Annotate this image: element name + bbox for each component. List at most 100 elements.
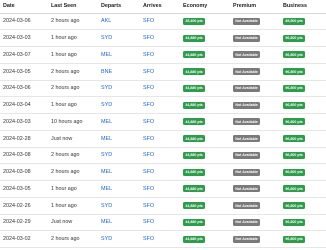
economy-badge[interactable]: 44,880 pts <box>183 235 206 243</box>
table-row[interactable]: 2024-03-03 10 hours ago MEL SFO 44,880 pts No… <box>0 113 326 131</box>
arrives-link[interactable]: SFO <box>140 63 180 81</box>
table-row[interactable]: 2024-03-06 2 hours ago AKL SFO 35,400 pts Not… <box>0 13 326 31</box>
arrives-link[interactable]: SFO <box>140 96 180 114</box>
column-header-arrives[interactable]: Arrives <box>140 0 180 14</box>
economy-badge[interactable]: 44,880 pts <box>183 68 206 76</box>
column-header-departs[interactable]: Departs <box>98 0 140 14</box>
business-cell: 96,800 pts <box>280 29 326 47</box>
column-header-premium[interactable]: Premium <box>230 0 280 14</box>
business-badge[interactable]: 96,800 pts <box>283 34 306 42</box>
table-row[interactable]: 2024-02-26 1 hour ago SYD SFO 44,880 pts Not … <box>0 197 326 215</box>
economy-badge[interactable]: 44,880 pts <box>183 118 206 126</box>
arrives-link[interactable]: SFO <box>140 46 180 64</box>
arrives-link[interactable]: SFO <box>140 80 180 98</box>
departs-link[interactable]: MEL <box>98 180 140 198</box>
business-badge[interactable]: 96,800 pts <box>283 68 306 76</box>
economy-badge[interactable]: 44,880 pts <box>183 151 206 159</box>
departs-link[interactable]: SYD <box>98 230 140 248</box>
table-row[interactable]: 2024-03-05 1 hour ago MEL SFO 44,880 pts Not … <box>0 180 326 198</box>
economy-cell: 44,880 pts <box>180 29 230 47</box>
economy-badge[interactable]: 44,880 pts <box>183 51 206 59</box>
date-cell: 2024-03-05 <box>0 180 48 198</box>
business-badge[interactable]: 96,800 pts <box>283 202 306 210</box>
business-badge[interactable]: 96,800 pts <box>283 84 306 92</box>
table-row[interactable]: 2024-03-02 2 hours ago SYD SFO 44,880 pts Not… <box>0 230 326 248</box>
departs-link[interactable]: MEL <box>98 214 140 232</box>
economy-badge[interactable]: 44,880 pts <box>183 218 206 226</box>
economy-badge[interactable]: 44,880 pts <box>183 185 206 193</box>
departs-link[interactable]: BNE <box>98 63 140 81</box>
premium-badge: Not Available <box>233 218 261 226</box>
economy-badge[interactable]: 44,880 pts <box>183 101 206 109</box>
column-header-date[interactable]: Date <box>0 0 48 14</box>
premium-cell: Not Available <box>230 180 280 198</box>
table-row[interactable]: 2024-03-06 2 hours ago SYD SFO 44,880 pts Not… <box>0 80 326 98</box>
premium-cell: Not Available <box>230 163 280 181</box>
column-header-business[interactable]: Business <box>280 0 326 14</box>
date-cell: 2024-03-02 <box>0 230 48 248</box>
date-cell: 2024-03-03 <box>0 113 48 131</box>
premium-badge: Not Available <box>233 51 261 59</box>
economy-badge[interactable]: 44,880 pts <box>183 34 206 42</box>
arrives-link[interactable]: SFO <box>140 214 180 232</box>
departs-link[interactable]: SYD <box>98 80 140 98</box>
date-cell: 2024-03-06 <box>0 80 48 98</box>
last-seen-cell: 2 hours ago <box>48 13 98 31</box>
arrives-link[interactable]: SFO <box>140 13 180 31</box>
business-badge[interactable]: 96,800 pts <box>283 135 306 143</box>
last-seen-cell: 1 hour ago <box>48 96 98 114</box>
table-row[interactable]: 2024-03-05 2 hours ago BNE SFO 44,880 pts Not… <box>0 63 326 81</box>
arrives-link[interactable]: SFO <box>140 230 180 248</box>
arrives-link[interactable]: SFO <box>140 130 180 148</box>
departs-link[interactable]: MEL <box>98 130 140 148</box>
business-badge[interactable]: 96,800 pts <box>283 51 306 59</box>
economy-badge[interactable]: 44,880 pts <box>183 135 206 143</box>
economy-badge[interactable]: 44,880 pts <box>183 168 206 176</box>
table-row[interactable]: 2024-03-03 1 hour ago SYD SFO 44,880 pts Not … <box>0 29 326 47</box>
arrives-link[interactable]: SFO <box>140 163 180 181</box>
table-row[interactable]: 2024-02-28 Just now MEL SFO 44,880 pts Not Av… <box>0 130 326 148</box>
departs-link[interactable]: AKL <box>98 13 140 31</box>
departs-link[interactable]: SYD <box>98 197 140 215</box>
table-row[interactable]: 2024-03-08 2 hours ago MEL SFO 44,880 pts Not… <box>0 163 326 181</box>
business-badge[interactable]: 96,800 pts <box>283 168 306 176</box>
arrives-link[interactable]: SFO <box>140 29 180 47</box>
economy-badge[interactable]: 44,880 pts <box>183 202 206 210</box>
table-row[interactable]: 2024-03-04 1 hour ago SYD SFO 44,880 pts Not … <box>0 96 326 114</box>
departs-link[interactable]: MEL <box>98 46 140 64</box>
business-cell: 96,800 pts <box>280 197 326 215</box>
arrives-link[interactable]: SFO <box>140 147 180 165</box>
table-row[interactable]: 2024-02-29 Just now MEL SFO 44,880 pts Not Av… <box>0 214 326 232</box>
date-cell: 2024-02-28 <box>0 130 48 148</box>
premium-cell: Not Available <box>230 46 280 64</box>
date-cell: 2024-03-04 <box>0 96 48 114</box>
premium-cell: Not Available <box>230 29 280 47</box>
arrives-link[interactable]: SFO <box>140 197 180 215</box>
column-header-economy[interactable]: Economy <box>180 0 230 14</box>
last-seen-cell: Just now <box>48 130 98 148</box>
economy-cell: 44,880 pts <box>180 96 230 114</box>
business-badge[interactable]: 96,800 pts <box>283 101 306 109</box>
departs-link[interactable]: SYD <box>98 96 140 114</box>
premium-badge: Not Available <box>233 185 261 193</box>
column-header-last-seen[interactable]: Last Seen <box>48 0 98 14</box>
arrives-link[interactable]: SFO <box>140 113 180 131</box>
business-badge[interactable]: 96,800 pts <box>283 151 306 159</box>
economy-badge[interactable]: 44,880 pts <box>183 84 206 92</box>
business-badge[interactable]: 96,800 pts <box>283 118 306 126</box>
date-cell: 2024-03-03 <box>0 29 48 47</box>
departs-link[interactable]: MEL <box>98 163 140 181</box>
business-badge[interactable]: 96,800 pts <box>283 185 306 193</box>
economy-badge[interactable]: 35,400 pts <box>183 17 206 25</box>
departs-link[interactable]: MEL <box>98 113 140 131</box>
table-row[interactable]: 2024-03-07 1 hour ago MEL SFO 44,880 pts Not … <box>0 46 326 64</box>
table-row[interactable]: 2024-03-08 2 hours ago SYD SFO 44,880 pts Not… <box>0 147 326 165</box>
arrives-link[interactable]: SFO <box>140 180 180 198</box>
business-badge[interactable]: 85,500 pts <box>283 17 306 25</box>
business-badge[interactable]: 96,800 pts <box>283 235 306 243</box>
departs-link[interactable]: SYD <box>98 147 140 165</box>
departs-link[interactable]: SYD <box>98 29 140 47</box>
business-badge[interactable]: 96,800 pts <box>283 218 306 226</box>
economy-cell: 44,880 pts <box>180 130 230 148</box>
economy-cell: 44,880 pts <box>180 147 230 165</box>
